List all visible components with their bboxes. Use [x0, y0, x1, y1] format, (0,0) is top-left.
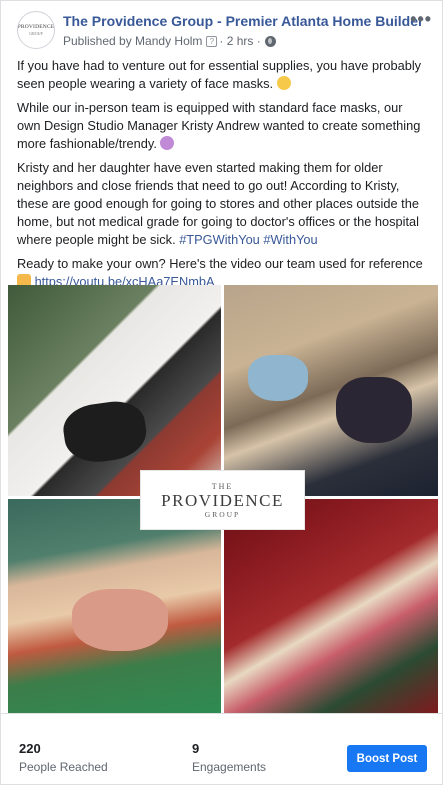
- page-name-link[interactable]: The Providence Group - Premier Atlanta H…: [63, 13, 423, 29]
- post-paragraph: While our in-person team is equipped wit…: [17, 99, 429, 153]
- avatar-logo-text: PROVIDENCE: [17, 24, 55, 30]
- woman-gesturing-emoji-icon: [160, 136, 175, 150]
- child-mask-photo[interactable]: [8, 499, 221, 713]
- reached-label: People Reached: [19, 760, 108, 774]
- post-text: If you have had to venture out for essen…: [17, 57, 429, 297]
- engagements-stat[interactable]: 9 Engagements: [192, 741, 266, 774]
- published-by[interactable]: Published by Mandy Holm: [63, 34, 202, 48]
- reached-count: 220: [19, 741, 41, 756]
- globe-icon[interactable]: [264, 35, 276, 47]
- logo-group: GROUP: [204, 509, 241, 519]
- fabric-sewing-photo[interactable]: [224, 499, 438, 713]
- paragraph-text: While our in-person team is equipped wit…: [17, 100, 421, 151]
- engagements-count: 9: [192, 741, 200, 756]
- post-card: PROVIDENCE GROUP The Providence Group - …: [0, 0, 443, 785]
- page-avatar[interactable]: PROVIDENCE GROUP: [17, 11, 55, 49]
- paragraph-text: If you have had to venture out for essen…: [17, 58, 422, 91]
- help-icon[interactable]: ?: [206, 35, 218, 47]
- avatar-logo-subtext: GROUP: [29, 31, 43, 36]
- engagements-label: Engagements: [192, 760, 267, 774]
- floral-face-mask: [336, 377, 412, 443]
- pink-floral-face-mask: [72, 589, 168, 651]
- post-insights-footer: 220 People Reached 9 Engagements Boost P…: [1, 713, 443, 785]
- cat-mask-photo[interactable]: [8, 285, 221, 496]
- post-paragraph: If you have had to venture out for essen…: [17, 57, 429, 93]
- hashtag-links[interactable]: #TPGWithYou #WithYou: [179, 232, 317, 247]
- more-options-icon[interactable]: •••: [410, 9, 432, 30]
- post-meta: Published by Mandy Holm ? · 2 hrs ·: [63, 34, 276, 48]
- post-header: PROVIDENCE GROUP The Providence Group - …: [1, 1, 443, 55]
- post-time[interactable]: · 2 hrs ·: [219, 34, 260, 48]
- blue-face-mask: [248, 355, 308, 401]
- paragraph-text: Ready to make your own? Here's the video…: [17, 256, 423, 271]
- providence-group-logo: THE PROVIDENCE GROUP: [141, 471, 304, 529]
- cat-face-mask: [60, 397, 150, 467]
- logo-providence: PROVIDENCE: [161, 490, 284, 510]
- boost-post-button[interactable]: Boost Post: [347, 745, 427, 772]
- smile-emoji-icon: [276, 76, 291, 90]
- logo-the: THE: [211, 481, 234, 491]
- post-paragraph: Kristy and her daughter have even starte…: [17, 159, 429, 249]
- people-reached-stat[interactable]: 220 People Reached: [19, 741, 108, 774]
- selfie-masks-photo[interactable]: [224, 285, 438, 496]
- photo-grid: THE PROVIDENCE GROUP: [8, 285, 438, 713]
